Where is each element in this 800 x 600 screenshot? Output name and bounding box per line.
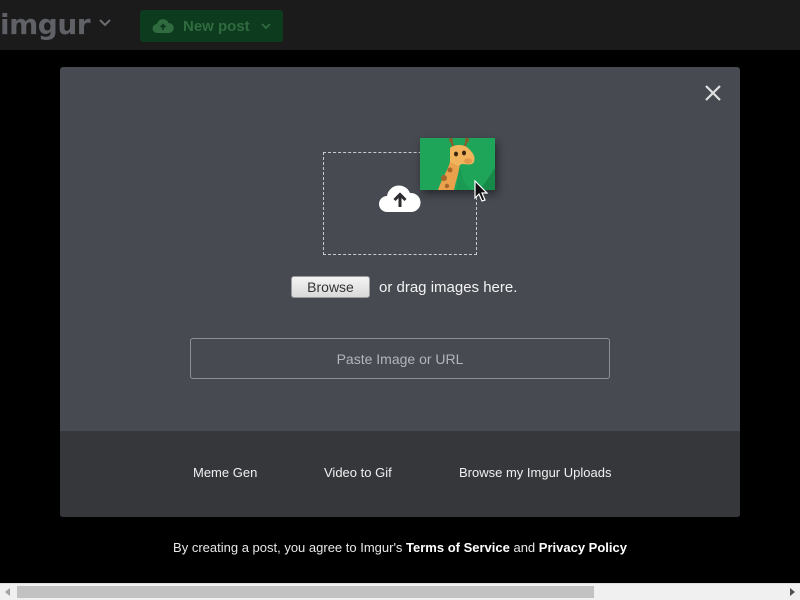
upload-modal: Browse or drag images here. Meme Gen Vid… xyxy=(60,67,740,517)
cloud-upload-icon xyxy=(152,19,174,33)
browse-button[interactable]: Browse xyxy=(291,276,370,298)
top-bar: imgur New post xyxy=(0,0,800,50)
horizontal-scrollbar[interactable] xyxy=(0,583,800,600)
paste-url-input[interactable] xyxy=(190,338,610,379)
scroll-right-icon[interactable] xyxy=(787,587,797,597)
drag-hint: or drag images here. xyxy=(379,278,518,296)
terms-and: and xyxy=(509,540,539,555)
scroll-left-icon[interactable] xyxy=(3,587,13,597)
video-to-gif-link[interactable]: Video to Gif xyxy=(324,465,392,480)
terms-prefix: By creating a post, you agree to Imgur's xyxy=(173,540,407,555)
new-post-label: New post xyxy=(183,17,250,35)
chevron-down-icon xyxy=(261,23,271,30)
close-icon[interactable] xyxy=(703,83,723,103)
browse-row: Browse or drag images here. xyxy=(291,276,517,298)
cloud-upload-icon xyxy=(379,185,421,212)
terms-notice: By creating a post, you agree to Imgur's… xyxy=(0,540,800,555)
new-post-button[interactable]: New post xyxy=(140,10,283,42)
scrollbar-thumb[interactable] xyxy=(17,586,594,598)
imgur-logo[interactable]: imgur xyxy=(0,6,91,42)
modal-footer: Meme Gen Video to Gif Browse my Imgur Up… xyxy=(60,431,740,517)
browse-uploads-link[interactable]: Browse my Imgur Uploads xyxy=(459,465,611,480)
privacy-policy-link[interactable]: Privacy Policy xyxy=(539,540,627,555)
terms-of-service-link[interactable]: Terms of Service xyxy=(406,540,510,555)
meme-gen-link[interactable]: Meme Gen xyxy=(193,465,257,480)
mouse-cursor-icon xyxy=(474,180,489,202)
chevron-down-icon[interactable] xyxy=(98,16,112,30)
